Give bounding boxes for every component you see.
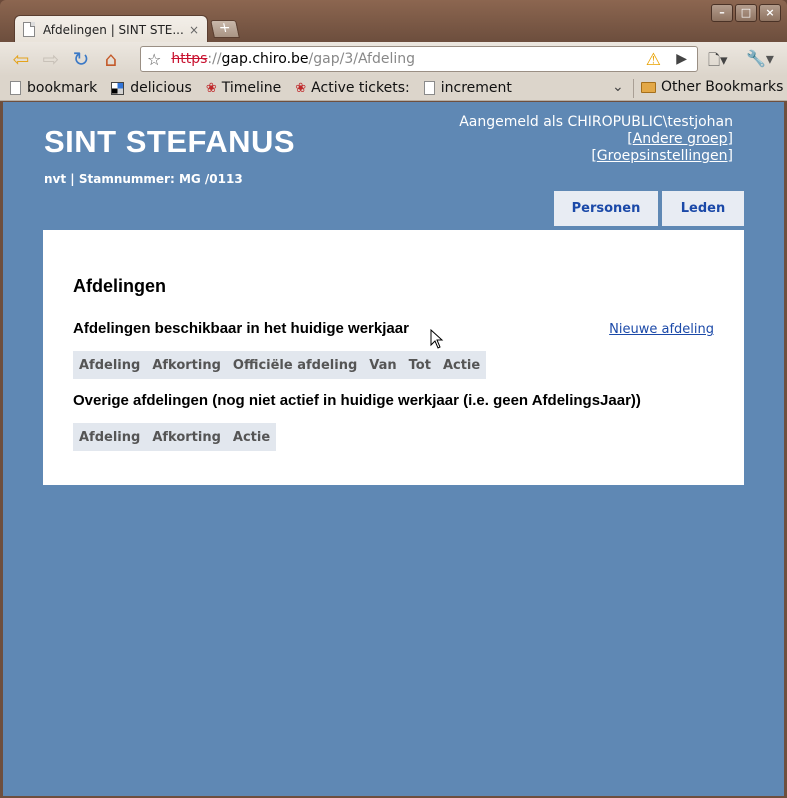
url-path: /gap/3/Afdeling — [308, 51, 415, 67]
other-bookmarks[interactable]: Other Bookmarks — [641, 79, 783, 95]
bookmark-label: increment — [440, 80, 512, 96]
tab-leden[interactable]: Leden — [662, 191, 744, 226]
bookmarks-divider — [633, 79, 634, 98]
forward-button[interactable]: ⇨ — [38, 46, 64, 72]
table-header-active: Afdeling Afkorting Officiële afdeling Va… — [73, 351, 487, 379]
column-header: Afkorting — [152, 357, 221, 373]
bookmark-label: bookmark — [27, 80, 98, 96]
address-bar[interactable]: ☆ https://gap.chiro.be/gap/3/Afdeling ⚠ … — [140, 46, 698, 72]
browser-toolbar: ⇦ ⇨ ↻ ⌂ ☆ https://gap.chiro.be/gap/3/Afd… — [0, 42, 787, 76]
page-menu-icon[interactable]: 🗋▾ — [708, 50, 728, 75]
document-icon — [10, 81, 21, 95]
window-controls: – □ × — [711, 4, 781, 22]
bookmark-item[interactable]: ❀ Active tickets: — [295, 80, 409, 96]
home-button[interactable]: ⌂ — [98, 46, 124, 72]
column-header: Actie — [232, 429, 271, 445]
folder-icon — [641, 81, 656, 93]
other-group-link[interactable]: Andere groep — [633, 131, 728, 147]
site-title: SINT STEFANUS — [44, 124, 296, 159]
bookmark-item[interactable]: ❀ Timeline — [206, 80, 281, 96]
bookmark-label: delicious — [130, 80, 192, 96]
delicious-icon — [111, 81, 125, 95]
column-header: Tot — [408, 357, 431, 373]
page-icon — [23, 22, 35, 37]
bookmark-item[interactable]: increment — [423, 80, 512, 96]
back-button[interactable]: ⇦ — [8, 46, 34, 72]
new-afdeling-link[interactable]: Nieuwe afdeling — [609, 322, 714, 337]
table-header-inactive: Afdeling Afkorting Actie — [73, 423, 277, 451]
chevron-down-icon[interactable]: ⌄ — [612, 79, 624, 95]
section-title-inactive: Overige afdelingen (nog niet actief in h… — [73, 392, 641, 409]
url-scheme: https — [171, 51, 208, 67]
tab-personen[interactable]: Personen — [554, 191, 658, 226]
bracket-close: ] — [727, 148, 733, 164]
content-panel: Afdelingen Afdelingen beschikbaar in het… — [43, 230, 744, 485]
new-tab-button[interactable]: + — [210, 20, 240, 38]
column-header: Actie — [442, 357, 481, 373]
mouse-cursor-icon — [430, 329, 444, 349]
document-icon — [423, 81, 435, 95]
browser-tab[interactable]: Afdelingen | SINT STE... × — [14, 15, 208, 43]
bookmark-label: Active tickets: — [311, 80, 410, 96]
close-window-button[interactable]: × — [759, 4, 781, 22]
group-settings-link[interactable]: Groepsinstellingen — [597, 148, 728, 164]
tab-close-icon[interactable]: × — [189, 23, 199, 37]
paw-icon: ❀ — [205, 80, 217, 96]
paw-icon: ❀ — [295, 80, 307, 96]
tab-strip: Afdelingen | SINT STE... × + – □ × — [0, 0, 787, 43]
browser-window: Afdelingen | SINT STE... × + – □ × ⇦ ⇨ ↻… — [0, 0, 787, 798]
reload-button[interactable]: ↻ — [68, 46, 94, 72]
tab-title: Afdelingen | SINT STE... — [43, 22, 183, 37]
page-title: Afdelingen — [73, 276, 166, 296]
bookmarks-bar: bookmark delicious ❀ Timeline ❀ Active t… — [0, 76, 787, 101]
bookmark-label: Timeline — [221, 80, 282, 96]
web-page: SINT STEFANUS nvt | Stamnummer: MG /0113… — [3, 102, 784, 796]
minimize-button[interactable]: – — [711, 4, 733, 22]
column-header: Van — [369, 357, 397, 373]
other-bookmarks-label: Other Bookmarks — [661, 79, 784, 95]
site-subtitle: nvt | Stamnummer: MG /0113 — [44, 172, 243, 186]
wrench-icon[interactable]: 🔧▾ — [746, 49, 774, 68]
bookmark-item[interactable]: delicious — [111, 80, 192, 96]
bookmark-item[interactable]: bookmark — [10, 80, 97, 96]
logged-in-text: Aangemeld als CHIROPUBLIC\testjohan — [459, 114, 733, 130]
star-icon[interactable]: ☆ — [147, 50, 161, 69]
url-host: gap.chiro.be — [221, 51, 309, 67]
column-header: Afdeling — [79, 357, 141, 373]
main-nav: Personen Leden — [554, 191, 744, 226]
user-info: Aangemeld als CHIROPUBLIC\testjohan [And… — [459, 114, 733, 165]
maximize-button[interactable]: □ — [735, 4, 757, 22]
go-icon[interactable]: ▶ — [676, 51, 687, 67]
column-header: Officiële afdeling — [232, 357, 358, 373]
bracket-close: ] — [727, 131, 733, 147]
column-header: Afkorting — [152, 429, 221, 445]
url-separator: :// — [207, 51, 222, 67]
column-header: Afdeling — [79, 429, 141, 445]
section-title-active: Afdelingen beschikbaar in het huidige we… — [73, 320, 409, 337]
warning-icon[interactable]: ⚠ — [646, 50, 661, 70]
